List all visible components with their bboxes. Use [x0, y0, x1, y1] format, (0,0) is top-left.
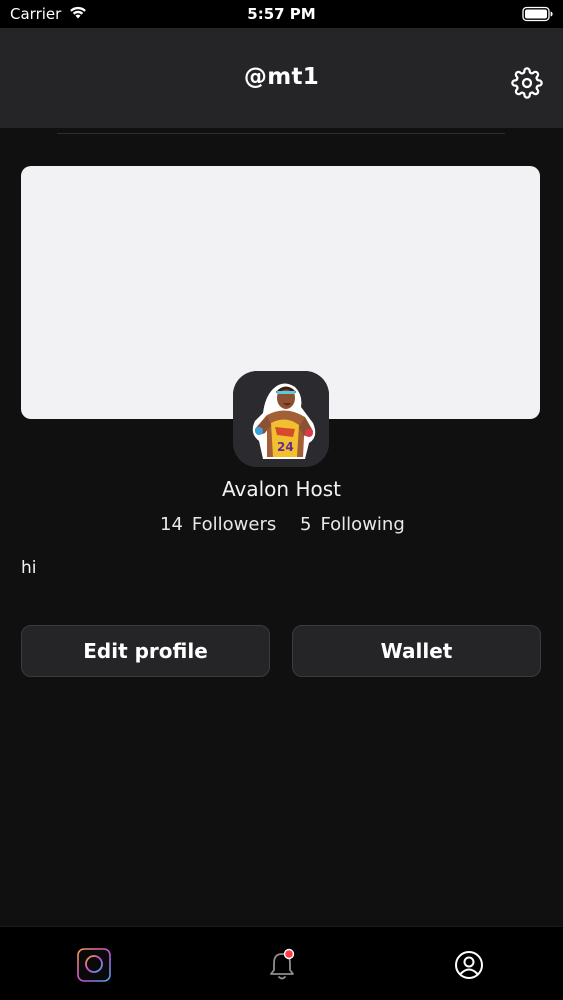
tab-home[interactable]	[74, 945, 114, 985]
app-logo-icon	[77, 948, 111, 982]
page-title: @mt1	[243, 64, 320, 90]
settings-button[interactable]	[511, 67, 543, 99]
tab-bar	[0, 926, 563, 1000]
tab-notifications[interactable]	[262, 945, 302, 985]
profile-bio: hi	[21, 558, 37, 578]
header-divider	[57, 133, 505, 134]
status-bar: Carrier 5:57 PM	[0, 0, 563, 28]
user-circle-icon	[455, 951, 483, 979]
tab-profile[interactable]	[449, 945, 489, 985]
battery-icon	[522, 6, 554, 26]
following-count: 5	[300, 514, 312, 535]
following-stat[interactable]: 5 Following	[300, 514, 405, 535]
display-name: Avalon Host	[222, 477, 341, 501]
followers-count: 14	[160, 514, 183, 535]
status-time: 5:57 PM	[247, 5, 316, 23]
edit-profile-button[interactable]: Edit profile	[21, 625, 270, 677]
gear-icon	[511, 67, 543, 99]
wallet-button[interactable]: Wallet	[292, 625, 541, 677]
notification-badge	[283, 948, 295, 960]
nav-header: @mt1	[0, 28, 563, 128]
edit-profile-label: Edit profile	[83, 639, 208, 663]
avatar[interactable]: 24	[233, 371, 329, 467]
avatar-image: 24	[233, 371, 329, 467]
svg-text:24: 24	[277, 440, 294, 454]
followers-stat[interactable]: 14 Followers	[160, 514, 276, 535]
followers-label: Followers	[191, 514, 277, 535]
following-label: Following	[320, 514, 405, 535]
wallet-label: Wallet	[380, 639, 453, 663]
